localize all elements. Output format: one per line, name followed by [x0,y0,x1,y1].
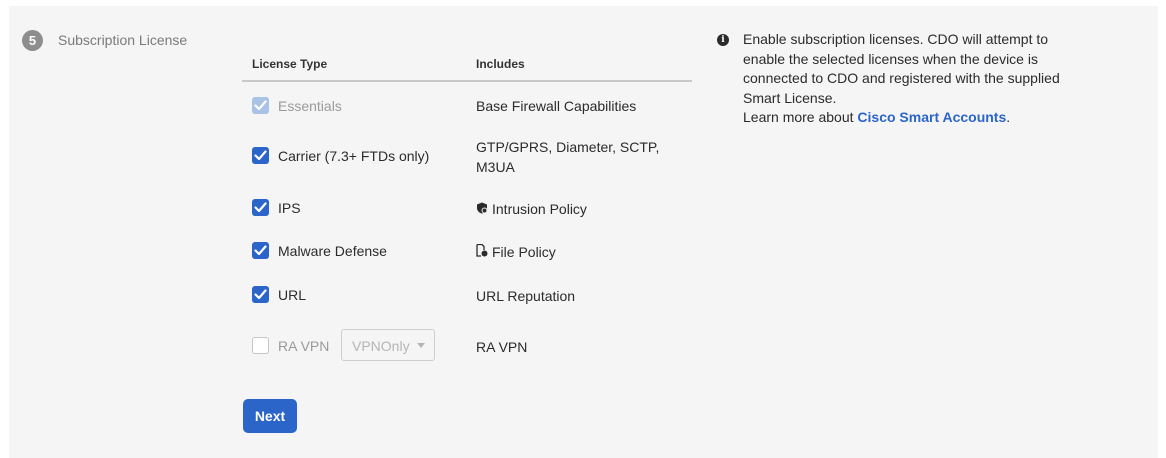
learn-more-prefix: Learn more about [743,109,858,125]
checkmark-icon [254,245,267,256]
next-button[interactable]: Next [243,399,297,433]
ra-vpn-type-select[interactable]: VPNOnly [341,329,435,361]
info-line-3: connected to CDO and registered with the… [743,70,1060,86]
info-text: Enable subscription licenses. CDO will a… [743,30,1123,128]
info-line-4: Smart License. [743,89,837,106]
ra-vpn-includes: RA VPN [476,339,528,355]
step-number-badge: 5 [22,30,43,51]
learn-more-suffix: . [1006,109,1011,125]
essentials-label: Essentials [278,98,342,114]
checkmark-icon [254,100,267,111]
checkmark-icon [254,150,267,161]
ra-vpn-type-value: VPNOnly [352,338,410,354]
checkmark-icon [254,202,267,213]
info-learn-more: Learn more about Cisco Smart Accounts. [743,108,1123,128]
column-header-includes: Includes [476,57,525,71]
carrier-label: Carrier (7.3+ FTDs only) [278,148,430,164]
info-line-2: enable the selected licenses when the de… [743,50,1038,67]
carrier-includes-line2: M3UA [476,159,515,175]
shield-icon [476,201,490,221]
url-label: URL [278,287,307,303]
malware-defense-label: Malware Defense [278,243,387,259]
info-icon: i [717,34,729,46]
checkmark-icon [254,289,267,300]
info-line-1: Enable subscription licenses. CDO will a… [743,31,1049,47]
cisco-smart-accounts-link[interactable]: Cisco Smart Accounts [857,109,1006,125]
ips-label: IPS [278,200,301,216]
ips-includes-text: Intrusion Policy [492,201,587,217]
url-checkbox[interactable] [252,286,269,303]
file-icon [476,243,490,264]
ips-includes: Intrusion Policy [476,199,587,221]
column-header-license-type: License Type [252,57,328,71]
ra-vpn-label: RA VPN [278,338,330,354]
essentials-checkbox[interactable] [252,97,269,114]
malware-defense-checkbox[interactable] [252,242,269,259]
chevron-down-icon [417,343,425,348]
ips-checkbox[interactable] [252,199,269,216]
essentials-includes: Base Firewall Capabilities [476,98,637,114]
ra-vpn-checkbox[interactable] [252,337,269,354]
malware-defense-includes-text: File Policy [492,244,556,260]
url-includes: URL Reputation [476,288,576,304]
step-title: Subscription License [58,32,188,48]
malware-defense-includes: File Policy [476,242,556,264]
carrier-checkbox[interactable] [252,147,269,164]
header-divider [242,80,692,82]
carrier-includes-line1: GTP/GPRS, Diameter, SCTP, [476,139,660,155]
